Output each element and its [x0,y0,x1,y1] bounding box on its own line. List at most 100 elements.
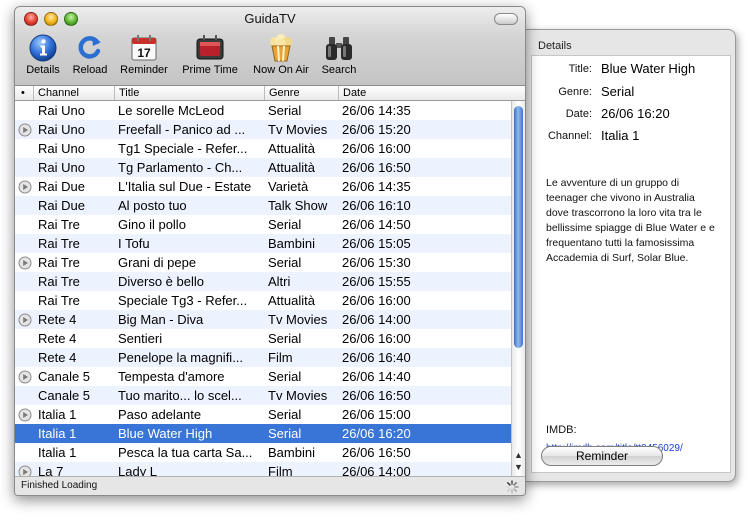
play-icon [18,123,32,137]
cell-genre: Tv Movies [268,122,328,137]
status-text: Finished Loading [21,480,98,491]
cell-genre: Talk Show [268,198,328,213]
cell-channel: Canale 5 [38,369,91,384]
cell-genre: Film [268,350,293,365]
cell-genre: Film [268,464,293,476]
cell-genre: Serial [268,369,302,384]
column-header-title[interactable]: Title [115,86,265,100]
table-row[interactable]: Canale 5 Tempesta d'amore Serial 26/06 14:4… [15,367,512,386]
play-icon [18,256,32,270]
cell-channel: Italia 1 [38,426,77,441]
status-bar: Finished Loading [15,476,525,495]
table-row[interactable]: Canale 5 Tuo marito... lo scel... Tv Movie… [15,386,512,405]
cell-channel: La 7 [38,464,64,476]
programs-table[interactable]: • Channel Title Genre Date Rai Uno Le sor… [15,86,525,476]
cell-genre: Serial [268,426,302,441]
toolbar-label: Details [26,64,60,76]
details-panel: Title: Blue Water High Genre: Serial Dat… [531,55,731,473]
detail-title-value: Blue Water High [601,61,696,76]
cell-channel: Rete 4 [38,350,77,365]
cell-title: I Tofu [118,236,150,251]
play-icon [18,180,32,194]
prime-time-toolbar-button[interactable]: Prime Time [177,33,243,76]
table-row[interactable]: Rai Tre Speciale Tg3 - Refer... Attualità 2… [15,291,512,310]
table-header: • Channel Title Genre Date [15,86,525,101]
toolbar-toggle-button[interactable] [494,13,518,25]
now-on-air-toolbar-button[interactable]: Now On Air [248,33,314,76]
table-row[interactable]: Rai Uno Tg1 Speciale - Refer... Attualità 2… [15,139,512,158]
table-row[interactable]: Rai Due L'Italia sul Due - Estate Varietà 2… [15,177,512,196]
details-toolbar-button[interactable]: Details [21,33,65,76]
table-row[interactable]: Rai Uno Freefall - Panico ad ... Tv Movies… [15,120,512,139]
cell-title: Blue Water High [118,426,213,441]
cell-channel: Rai Tre [38,293,80,308]
cell-date: 26/06 16:50 [342,445,411,460]
cell-genre: Tv Movies [268,312,328,327]
table-row[interactable]: Rai Tre Gino il pollo Serial 26/06 14:50 [15,215,512,234]
table-row[interactable]: La 7 Lady L Film 26/06 14:00 [15,462,512,476]
table-row[interactable]: Rai Tre I Tofu Bambini 26/06 15:05 [15,234,512,253]
cell-date: 26/06 14:35 [342,179,411,194]
reminder-button[interactable]: Reminder [541,446,663,466]
binoculars-icon [326,37,352,60]
cell-channel: Rai Due [38,179,85,194]
cell-genre: Serial [268,407,302,422]
play-icon [18,408,32,422]
cell-channel: Rai Uno [38,122,85,137]
cell-channel: Rete 4 [38,331,77,346]
cell-channel: Rai Uno [38,103,85,118]
cell-date: 26/06 14:50 [342,217,411,232]
cell-title: Tg1 Speciale - Refer... [118,141,248,156]
cell-title: Big Man - Diva [118,312,204,327]
search-toolbar-button[interactable]: Search [319,33,359,76]
column-header-channel[interactable]: Channel [34,86,115,100]
column-header-date[interactable]: Date [339,86,512,100]
table-row-selected[interactable]: Italia 1 Blue Water High Serial 26/06 16:20 [15,424,512,443]
table-row[interactable]: Rai Uno Le sorelle McLeod Serial 26/06 14:3… [15,101,512,120]
cell-genre: Serial [268,217,302,232]
table-row[interactable]: Rete 4 Penelope la magnifi... Film 26/06 16… [15,348,512,367]
cell-genre: Serial [268,255,302,270]
column-header-genre[interactable]: Genre [265,86,339,100]
details-drawer: Details Title: Blue Water High Genre: Se… [523,29,736,482]
table-row[interactable]: Rete 4 Sentieri Serial 26/06 16:00 [15,329,512,348]
detail-channel-label: Channel: [547,130,592,142]
cell-channel: Canale 5 [38,388,91,403]
vertical-scrollbar[interactable]: ▲ ▼ [511,101,525,476]
play-icon [18,370,32,384]
scrollbar-thumb[interactable] [514,106,523,348]
table-row[interactable]: Rai Due Al posto tuo Talk Show 26/06 16:10 [15,196,512,215]
cell-title: Pesca la tua carta Sa... [118,445,253,460]
table-row[interactable]: Italia 1 Pesca la tua carta Sa... Bambini 2… [15,443,512,462]
detail-date-value: 26/06 16:20 [601,106,670,121]
cell-channel: Italia 1 [38,445,77,460]
cell-genre: Attualità [268,293,315,308]
cell-channel: Rai Uno [38,141,85,156]
cell-genre: Attualità [268,160,315,175]
table-row[interactable]: Italia 1 Paso adelante Serial 26/06 15:00 [15,405,512,424]
cell-channel: Rai Tre [38,274,80,289]
cell-genre: Bambini [268,236,315,251]
reload-toolbar-button[interactable]: Reload [69,33,111,76]
scroll-down-arrow[interactable]: ▼ [514,463,523,472]
table-row[interactable]: Rete 4 Big Man - Diva Tv Movies 26/06 14:00 [15,310,512,329]
cell-channel: Rai Tre [38,255,80,270]
detail-date-label: Date: [565,108,592,120]
toolbar-label: Search [321,64,357,76]
cell-date: 26/06 16:50 [342,160,411,175]
table-row[interactable]: Rai Uno Tg Parlamento - Ch... Attualità 26/… [15,158,512,177]
cell-genre: Tv Movies [268,388,328,403]
cell-title: Freefall - Panico ad ... [118,122,246,137]
table-row[interactable]: Rai Tre Diverso è bello Altri 26/06 15:55 [15,272,512,291]
reminder-toolbar-button[interactable]: 17 Reminder [116,33,172,76]
play-icon [18,465,32,476]
loading-spinner-icon [505,480,519,494]
scroll-up-arrow[interactable]: ▲ [514,451,523,460]
cell-title: Sentieri [118,331,163,346]
imdb-label: IMDB: [546,424,577,436]
cell-genre: Bambini [268,445,315,460]
table-row[interactable]: Rai Tre Grani di pepe Serial 26/06 15:30 [15,253,512,272]
reload-icon [78,36,101,59]
column-header-playing[interactable]: • [15,86,34,100]
popcorn-icon [270,34,292,62]
